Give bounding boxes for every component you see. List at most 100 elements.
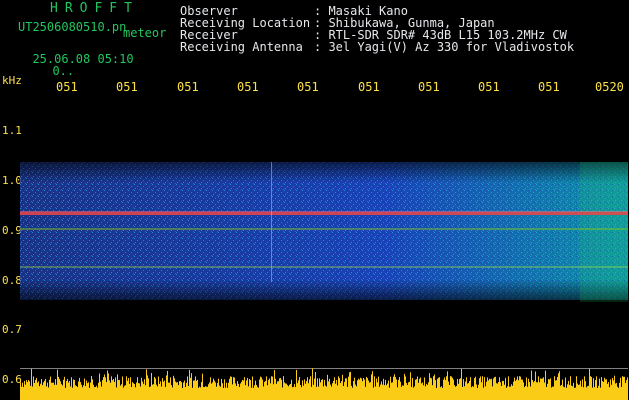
trace-bar (355, 384, 356, 400)
trace-bar (296, 369, 297, 400)
trace-bar (187, 376, 188, 400)
x-tick-label: 051 (297, 80, 319, 94)
trace-bar (601, 377, 602, 400)
trace-bar (463, 379, 464, 400)
trace-bar (475, 376, 476, 400)
trace-bar (425, 386, 426, 400)
trace-bar (591, 377, 592, 400)
trace-bar (430, 377, 431, 400)
trace-bar (25, 384, 26, 400)
trace-bar (173, 375, 174, 400)
trace-bar (188, 385, 189, 400)
tertiary-line (20, 266, 628, 268)
x-tick-label: 051 (177, 80, 199, 94)
trace-bar (34, 382, 35, 400)
trace-bar (64, 376, 65, 400)
trace-bar (625, 382, 626, 400)
trace-bar (65, 387, 66, 400)
trace-bar (488, 380, 489, 400)
trace-bar (45, 378, 46, 400)
trace-bar (294, 384, 295, 400)
trace-bar (449, 384, 450, 400)
trace-bar (160, 381, 161, 400)
trace-bar (433, 376, 434, 400)
trace-bar (302, 380, 303, 400)
trace-bar (170, 377, 171, 400)
trace-bar (482, 376, 483, 400)
trace-bar (317, 378, 318, 400)
trace-bar (167, 370, 168, 400)
trace-bar (377, 382, 378, 400)
trace-bar (416, 379, 417, 400)
trace-bar (199, 386, 200, 400)
trace-bar (210, 377, 211, 400)
trace-bar (479, 378, 480, 400)
trace-bar (164, 380, 165, 400)
trace-bar (288, 386, 289, 400)
trace-bar (598, 385, 599, 400)
trace-bar (583, 387, 584, 400)
trace-bar (481, 382, 482, 400)
trace-bar (334, 377, 335, 400)
trace-bar (158, 376, 159, 400)
trace-bar (578, 385, 579, 400)
trace-bar (274, 370, 275, 400)
trace-bar (265, 381, 266, 400)
trace-bar (46, 386, 47, 400)
trace-bar (523, 382, 524, 400)
trace-bar (584, 376, 585, 400)
trace-bar (304, 379, 305, 400)
trace-bar (264, 381, 265, 400)
trace-bar (50, 376, 51, 400)
trace-bar (472, 386, 473, 400)
trace-bar (408, 382, 409, 400)
trace-bar (528, 378, 529, 400)
trace-bar (514, 377, 515, 400)
trace-bar (113, 378, 114, 400)
datetime-suffix: 0.. (52, 64, 75, 78)
trace-bar (153, 384, 154, 400)
baseline-line (20, 368, 628, 369)
trace-bar (618, 387, 619, 400)
trace-bar (418, 382, 419, 400)
trace-bar (555, 380, 556, 400)
trace-bar (129, 383, 130, 400)
trace-bar (372, 371, 373, 400)
trace-bar (373, 387, 374, 400)
trace-bar (359, 379, 360, 400)
trace-bar (508, 376, 509, 400)
trace-bar (136, 382, 137, 400)
trace-bar (344, 381, 345, 400)
trace-bar (497, 383, 498, 400)
trace-bar (283, 376, 284, 400)
trace-bar (109, 380, 110, 400)
trace-bar (342, 374, 343, 400)
trace-bar (341, 381, 342, 400)
trace-bar (592, 387, 593, 400)
trace-bar (245, 385, 246, 400)
trace-bar (524, 387, 525, 400)
trace-bar (275, 378, 276, 400)
trace-bar (328, 381, 329, 400)
trace-bar (205, 386, 206, 400)
trace-bar (213, 378, 214, 400)
trace-bar (343, 385, 344, 400)
trace-bar (501, 385, 502, 400)
trace-bar (97, 387, 98, 400)
trace-bar (499, 377, 500, 400)
trace-bar (103, 377, 104, 400)
trace-bar (307, 377, 308, 400)
trace-bar (39, 386, 40, 400)
trace-bar (617, 386, 618, 400)
trace-bar (93, 384, 94, 400)
trace-bar (490, 379, 491, 400)
trace-bar (116, 387, 117, 400)
trace-bar (122, 376, 123, 400)
trace-bar (126, 376, 127, 400)
trace-bar (193, 380, 194, 400)
trace-bar (320, 382, 321, 400)
trace-bar (33, 376, 34, 400)
trace-bar (168, 382, 169, 400)
trace-bar (427, 384, 428, 400)
trace-bar (239, 386, 240, 400)
